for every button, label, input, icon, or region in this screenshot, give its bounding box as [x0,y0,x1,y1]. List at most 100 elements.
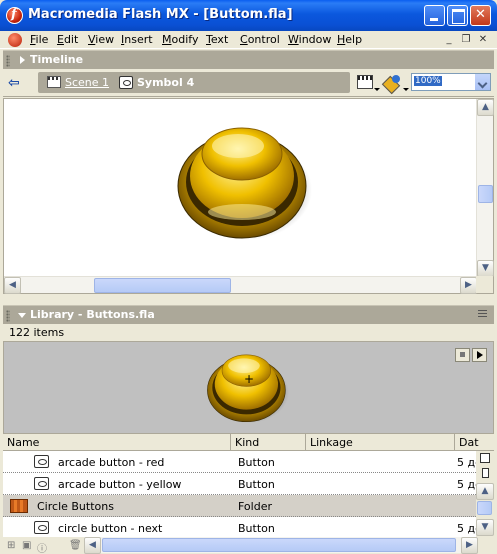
item-kind: Button [238,522,275,535]
edit-scene-icon[interactable] [357,75,373,89]
item-date: 5 де [457,478,476,491]
library-column-headers: Name Kind Linkage Dat [3,434,494,451]
stage-horizontal-scrollbar[interactable]: ◀ ▶ [4,276,477,294]
item-date: 5 де [457,456,476,469]
edit-symbols-dropdown-icon[interactable] [403,88,409,91]
item-name: arcade button - red [58,456,165,469]
library-horizontal-scrollbar[interactable]: ◀ ▶ [84,537,478,554]
list-item[interactable]: circle button - next Button 5 де [3,517,476,537]
library-list: arcade button - red Button 5 де arcade b… [3,451,476,537]
chevron-down-icon[interactable] [474,74,490,90]
column-header-name[interactable]: Name [3,434,231,450]
folder-icon[interactable] [10,499,28,513]
button-symbol-icon [34,521,49,534]
menu-edit[interactable]: Edit [57,33,78,46]
timeline-label: Timeline [30,53,84,66]
zoom-value: 100% [414,76,442,86]
symbol-icon [119,76,133,89]
timeline-panel-bar[interactable]: Timeline [3,50,494,69]
arcade-button-yellow-graphic[interactable] [174,112,312,240]
edit-scene-dropdown-icon[interactable] [374,88,380,91]
new-symbol-icon[interactable]: ⊞ [7,540,19,551]
window-title: Macromedia Flash MX - [Buttom.fla] [28,7,293,22]
flash-app-icon[interactable] [6,7,23,24]
library-count-row: 122 items [3,324,494,341]
stop-button[interactable] [455,348,470,362]
expand-arrow-icon[interactable] [20,56,25,64]
item-date: 5 де [457,522,476,535]
item-name: Circle Buttons [37,500,114,513]
close-button[interactable] [470,5,491,26]
library-bottom-bar: ⊞ ▣ ⓘ 🗑 ◀ ▶ [3,537,494,554]
scroll-right-icon[interactable]: ▶ [461,537,478,554]
menu-window[interactable]: Window [288,33,331,46]
menu-insert[interactable]: Insert [121,33,153,46]
item-kind: Button [238,456,275,469]
play-button[interactable] [472,348,487,362]
options-menu-icon[interactable] [478,310,490,320]
document-icon[interactable] [8,33,22,47]
delete-icon[interactable]: 🗑 [69,540,82,551]
registration-point-icon: + [244,372,255,386]
menu-file[interactable]: File [30,33,48,46]
library-panel-bar[interactable]: Library - Buttons.fla [3,305,494,324]
breadcrumb-symbol[interactable]: Symbol 4 [137,76,194,89]
zoom-select[interactable]: 100% [411,73,491,91]
library-title: Library - Buttons.fla [30,308,155,321]
button-symbol-icon [34,455,49,468]
wide-view-icon[interactable] [480,453,490,463]
library-scroll-thumb[interactable] [477,501,492,515]
breadcrumb-scene[interactable]: Scene 1 [65,76,109,89]
narrow-view-icon[interactable] [482,468,489,478]
scroll-right-icon[interactable]: ▶ [460,277,477,294]
menu-control[interactable]: Control [240,33,280,46]
doc-close-icon[interactable]: ✕ [477,34,489,46]
grip-icon[interactable] [6,55,10,67]
item-name: circle button - next [58,522,163,535]
column-header-date[interactable]: Dat [455,434,494,450]
column-header-kind[interactable]: Kind [231,434,306,450]
menu-view[interactable]: View [88,33,114,46]
title-bar[interactable]: Macromedia Flash MX - [Buttom.fla] [0,0,497,31]
menu-text[interactable]: Text [206,33,228,46]
maximize-button[interactable] [447,5,468,26]
vertical-scroll-thumb[interactable] [478,185,493,203]
grip-icon[interactable] [6,310,10,322]
horizontal-scroll-thumb[interactable] [94,278,231,293]
list-item[interactable]: arcade button - yellow Button 5 де [3,473,476,495]
scroll-left-icon[interactable]: ◀ [84,537,101,554]
properties-icon[interactable]: ⓘ [37,540,49,554]
item-kind: Folder [238,500,272,513]
scroll-corner [476,276,493,293]
scroll-left-icon[interactable]: ◀ [4,277,21,294]
item-kind: Button [238,478,275,491]
scroll-down-icon[interactable]: ▼ [477,260,494,277]
library-side-strip[interactable]: ▲ ▼ [476,451,494,537]
menu-help[interactable]: Help [337,33,362,46]
doc-minimize-icon[interactable]: _ [443,34,455,46]
scene-icon [47,76,61,88]
item-name: arcade button - yellow [58,478,182,491]
column-header-linkage[interactable]: Linkage [306,434,455,450]
button-symbol-icon [34,477,49,490]
menu-bar: File Edit View Insert Modify Text Contro… [0,31,497,49]
list-item[interactable]: arcade button - red Button 5 де [3,451,476,473]
back-arrow-icon[interactable]: ⇦ [8,75,26,91]
list-item-folder[interactable]: Circle Buttons Folder [3,495,476,517]
collapse-arrow-icon[interactable] [18,313,26,318]
library-item-count: 122 items [9,326,65,339]
stage-vertical-scrollbar[interactable]: ▲ ▼ [476,99,494,277]
minimize-button[interactable] [424,5,445,26]
library-hscroll-thumb[interactable] [102,538,456,552]
doc-restore-icon[interactable]: ❐ [460,34,472,46]
edit-symbols-icon[interactable] [384,75,402,91]
menu-modify[interactable]: Modify [162,33,198,46]
breadcrumb: Scene 1 Symbol 4 [38,72,350,93]
scroll-down-icon[interactable]: ▼ [476,519,494,536]
library-preview: + [3,341,494,434]
stage-canvas[interactable]: ▲ ▼ ◀ ▶ [3,98,494,294]
new-folder-icon[interactable]: ▣ [22,540,34,551]
scroll-up-icon[interactable]: ▲ [477,99,494,116]
edit-bar: ⇦ Scene 1 Symbol 4 100% [3,70,494,97]
scroll-up-icon[interactable]: ▲ [476,483,494,500]
